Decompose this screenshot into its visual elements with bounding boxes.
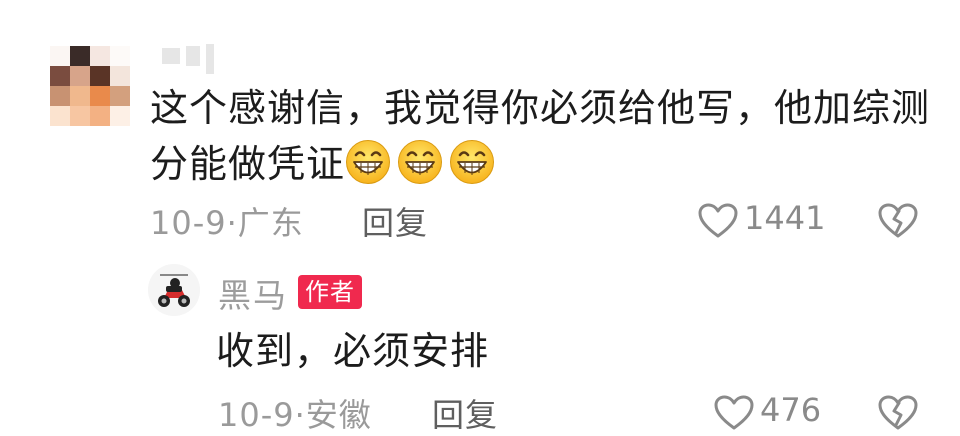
broken-heart-outline-icon bbox=[878, 395, 918, 430]
reply-like-count: 476 bbox=[760, 391, 822, 429]
grinning-face-emoji bbox=[450, 140, 495, 184]
comment-meta: 10-9·广东 bbox=[150, 198, 304, 244]
reply-date: 10-9 bbox=[218, 396, 295, 434]
reply-body: 收到，必须安排 bbox=[216, 329, 490, 373]
comment-date: 10-9 bbox=[150, 204, 227, 242]
grinning-face-emoji bbox=[346, 140, 391, 184]
commenter-name-redacted[interactable] bbox=[162, 44, 232, 74]
author-badge: 作者 bbox=[298, 275, 362, 309]
grinning-face-emoji bbox=[398, 140, 443, 184]
comment-like-count: 1441 bbox=[744, 199, 826, 237]
comment-text: 这个感谢信，我觉得你必须给他写，他加综测分能做凭证 bbox=[150, 86, 931, 186]
comment-reply-button[interactable]: 回复 bbox=[362, 198, 428, 244]
reply-like-button[interactable] bbox=[714, 395, 754, 431]
author-avatar[interactable] bbox=[148, 264, 200, 316]
commenter-avatar[interactable] bbox=[50, 46, 130, 126]
heart-outline-icon bbox=[698, 203, 738, 238]
reply-reply-button[interactable]: 回复 bbox=[432, 390, 498, 436]
meta-separator: · bbox=[294, 396, 306, 434]
comment-like-button[interactable] bbox=[698, 203, 738, 239]
reply-location: 安徽 bbox=[305, 396, 372, 434]
heart-outline-icon bbox=[714, 395, 754, 430]
author-name[interactable]: 黑马 bbox=[218, 269, 288, 317]
reply-meta: 10-9·安徽 bbox=[218, 390, 372, 436]
reply-dislike-button[interactable] bbox=[878, 395, 918, 431]
comment-location: 广东 bbox=[237, 204, 304, 242]
meta-separator: · bbox=[226, 204, 238, 242]
motorcycle-avatar-image bbox=[148, 264, 200, 316]
broken-heart-outline-icon bbox=[878, 203, 918, 238]
comment-body: 这个感谢信，我觉得你必须给他写，他加综测分能做凭证 bbox=[150, 80, 940, 192]
comment-dislike-button[interactable] bbox=[878, 203, 918, 239]
